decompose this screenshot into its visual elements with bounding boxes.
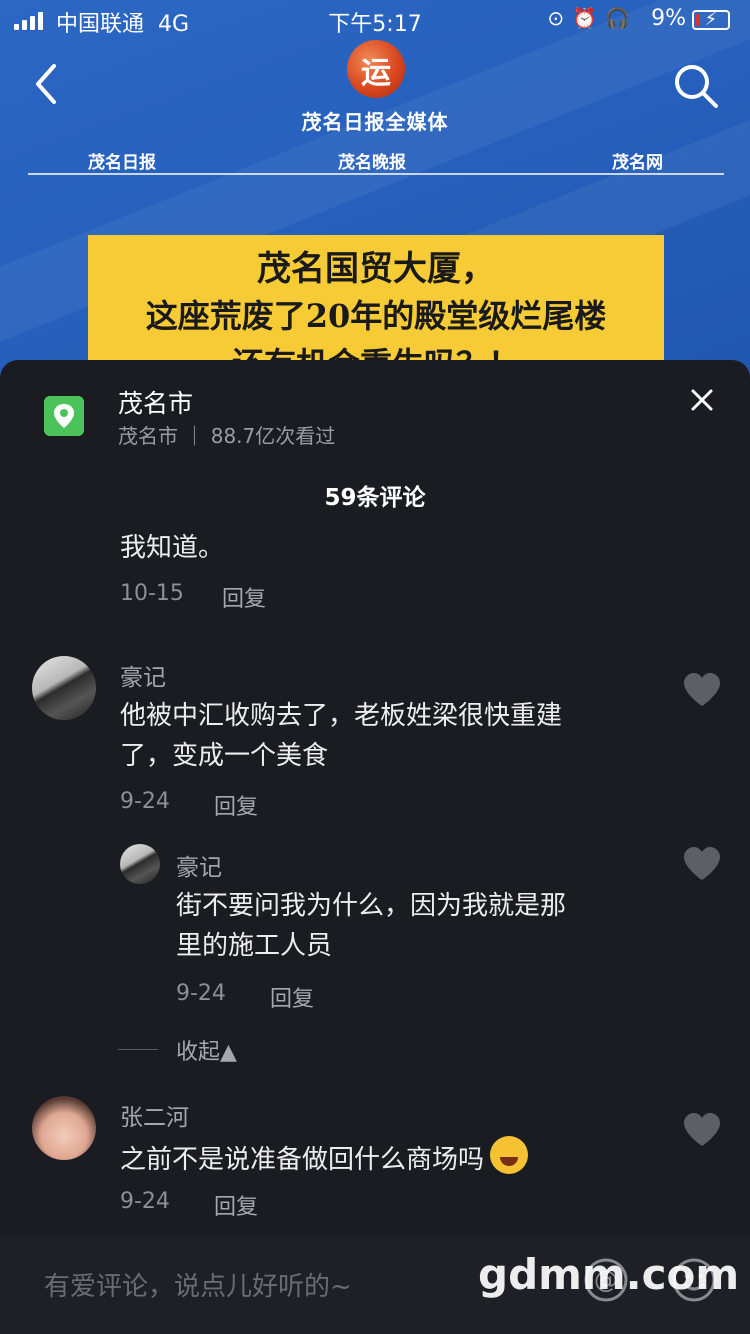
- laughing-emoji-icon: [490, 1136, 529, 1174]
- like-heart-icon[interactable]: [682, 846, 722, 882]
- comment-username[interactable]: 豪记: [120, 658, 166, 692]
- back-arrow-icon[interactable]: [30, 62, 70, 106]
- like-heart-icon[interactable]: [682, 1112, 722, 1148]
- collapse-replies-button[interactable]: 收起▲: [176, 1034, 237, 1066]
- site-watermark: gdmm.com: [478, 1250, 740, 1299]
- reply-button[interactable]: 回复: [214, 789, 258, 821]
- collapse-divider: [118, 1049, 158, 1050]
- location-pin-icon: [44, 396, 84, 436]
- headphones-icon: 🎧: [605, 6, 630, 30]
- comment-username[interactable]: 张二河: [120, 1098, 189, 1132]
- reply-button[interactable]: 回复: [214, 1189, 258, 1221]
- status-time: 下午5:17: [328, 12, 422, 37]
- search-icon[interactable]: [672, 62, 720, 110]
- comment-date: 10-15: [120, 581, 184, 606]
- avatar[interactable]: [120, 844, 160, 884]
- subnav-item-ribao: 茂名日报: [88, 153, 156, 173]
- status-icons: ⊙ ⏰ 🎧: [547, 6, 630, 30]
- video-background: 中国联通 4G 下午5:17 ⊙ ⏰ 🎧 9% ⚡ 运 茂名日报全媒体 茂名日报…: [0, 0, 750, 420]
- comment-date: 9-24: [120, 789, 170, 814]
- status-bar: 中国联通 4G 下午5:17 ⊙ ⏰ 🎧 9% ⚡: [0, 0, 750, 42]
- banner-line-1: 茂名国贸大厦，: [257, 249, 495, 289]
- comment-username[interactable]: 豪记: [176, 848, 222, 882]
- comment-date: 9-24: [120, 1189, 170, 1214]
- close-icon[interactable]: [688, 386, 716, 414]
- reply-button[interactable]: 回复: [270, 981, 314, 1013]
- subnav-item-web: 茂名网: [612, 153, 663, 173]
- location-subtitle: 茂名市 ｜ 88.7亿次看过: [118, 424, 336, 448]
- alarm-icon: ⏰: [572, 6, 598, 30]
- comment-text: 他被中汇收购去了，老板姓梁很快重建: [120, 701, 563, 731]
- comment-text: 街不要问我为什么，因为我就是那: [176, 891, 567, 921]
- comment-text: 了，变成一个美食: [120, 741, 329, 771]
- avatar[interactable]: [32, 656, 96, 720]
- comment-text: 之前不是说准备做回什么商场吗: [120, 1136, 529, 1180]
- location-name[interactable]: 茂名市: [118, 384, 193, 420]
- subnav-divider: [28, 173, 724, 175]
- rotation-lock-icon: ⊙: [547, 6, 565, 30]
- comment-input-bar[interactable]: 有爱评论，说点儿好听的~ @ gdmm.com: [0, 1236, 750, 1334]
- reply-button[interactable]: 回复: [222, 581, 266, 613]
- like-heart-icon[interactable]: [682, 672, 722, 708]
- battery-percent: 9%: [651, 6, 686, 31]
- subnav-item-wanbao: 茂名晚报: [338, 153, 406, 173]
- comment-text: 里的施工人员: [176, 931, 333, 961]
- comment-count: 59条评论: [324, 485, 426, 511]
- avatar[interactable]: [32, 1096, 96, 1160]
- media-logo: 运: [347, 40, 405, 98]
- comment-date: 9-24: [176, 981, 226, 1006]
- comments-sheet: 茂名市 茂名市 ｜ 88.7亿次看过 59条评论 我知道。 10-15 回复 豪…: [0, 360, 750, 1334]
- comment-input[interactable]: 有爱评论，说点儿好听的~: [44, 1266, 352, 1303]
- media-title: 茂名日报全媒体: [301, 110, 449, 134]
- comment-text: 我知道。: [120, 533, 225, 563]
- battery-icon: ⚡: [692, 9, 730, 30]
- banner-line-2: 这座荒废了20年的殿堂级烂尾楼: [145, 297, 607, 335]
